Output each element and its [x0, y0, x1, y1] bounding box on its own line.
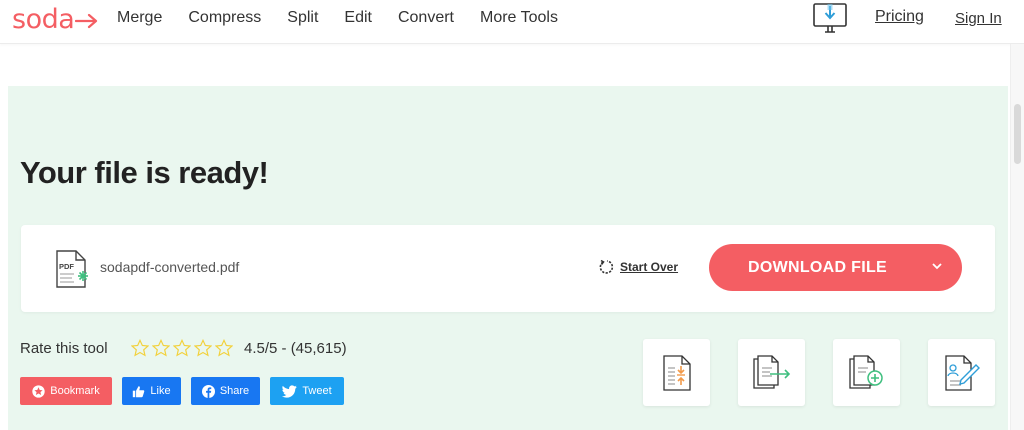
page-title: Your file is ready! [20, 155, 269, 190]
merge-add-tool-tile[interactable] [833, 339, 900, 406]
file-card: PDF sodapdf-converted.pdf Start Over DOW… [21, 225, 995, 312]
edit-tool-icon [944, 354, 980, 391]
soda-logo[interactable]: soda [12, 4, 99, 35]
bookmark-label: Bookmark [50, 385, 100, 397]
star-filled-icon [32, 384, 45, 398]
file-name: sodapdf-converted.pdf [100, 259, 240, 275]
tweet-label: Tweet [302, 385, 332, 397]
nav-edit[interactable]: Edit [344, 8, 372, 28]
merge-add-tool-icon [848, 354, 883, 389]
bookmark-button[interactable]: Bookmark [20, 377, 112, 405]
nav-merge[interactable]: Merge [117, 8, 162, 28]
convert-tool-icon [752, 354, 790, 389]
svg-text:PDF: PDF [59, 262, 74, 271]
like-label: Like [150, 385, 171, 397]
page-scrollbar[interactable] [1010, 44, 1024, 430]
nav-more-tools[interactable]: More Tools [480, 8, 558, 28]
star-icon[interactable] [173, 339, 191, 357]
pricing-link[interactable]: Pricing [875, 8, 924, 26]
twitter-bird-icon [282, 384, 298, 398]
download-label: DOWNLOAD FILE [748, 258, 887, 276]
pdf-file-icon: PDF [56, 250, 88, 288]
compress-tool-icon [662, 354, 691, 391]
compress-tool-tile[interactable] [643, 339, 710, 406]
thumbs-up-icon [133, 385, 145, 397]
download-file-button[interactable]: DOWNLOAD FILE [709, 244, 962, 291]
nav-convert[interactable]: Convert [398, 8, 454, 28]
rating-score: 4.5/5 - (45,615) [244, 340, 347, 357]
logo-text: soda [12, 4, 75, 35]
logo-arrow-icon [75, 13, 98, 28]
nav-split[interactable]: Split [287, 8, 318, 28]
chevron-down-icon[interactable] [931, 258, 943, 276]
start-over-label: Start Over [620, 260, 679, 274]
nav-compress[interactable]: Compress [188, 8, 261, 28]
edit-tool-tile[interactable] [928, 339, 995, 406]
star-icon[interactable] [131, 339, 149, 357]
rate-tool-label: Rate this tool [20, 340, 108, 357]
start-over-button[interactable]: Start Over [599, 259, 678, 275]
facebook-icon [201, 384, 215, 398]
scrollbar-thumb[interactable] [1014, 104, 1021, 164]
facebook-like-button[interactable]: Like [122, 377, 181, 405]
star-icon[interactable] [194, 339, 212, 357]
sign-in-link[interactable]: Sign In [955, 10, 1002, 27]
restart-icon [599, 259, 614, 274]
main-nav: Merge Compress Split Edit Convert More T… [117, 8, 584, 28]
star-icon[interactable] [215, 339, 233, 357]
tweet-button[interactable]: Tweet [270, 377, 344, 405]
facebook-share-button[interactable]: Share [191, 377, 260, 405]
share-label: Share [219, 385, 250, 397]
star-icon[interactable] [152, 339, 170, 357]
top-navbar: soda Merge Compress Split Edit Convert M… [0, 0, 1024, 44]
rating-stars[interactable] [131, 339, 233, 357]
convert-tool-tile[interactable] [738, 339, 805, 406]
monitor-download-icon[interactable] [812, 0, 848, 36]
